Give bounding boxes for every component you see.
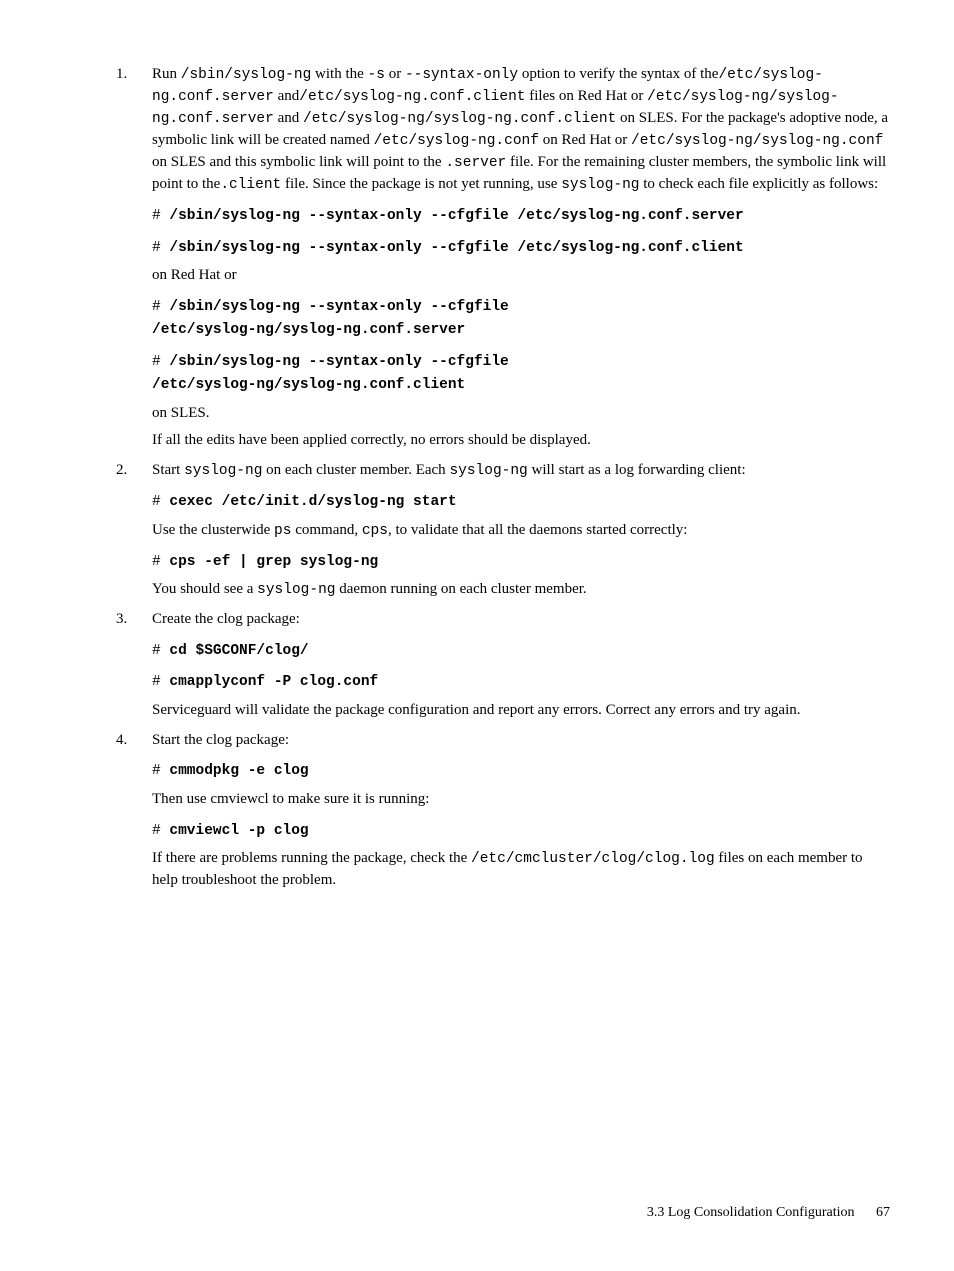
prompt: # [152, 643, 169, 659]
step-number: 2. [116, 460, 127, 482]
prompt: # [152, 674, 169, 690]
code: /etc/syslog-ng/syslog-ng.conf.client [303, 111, 616, 127]
command: cmviewcl -p clog [169, 823, 308, 839]
text: , to validate that all the daemons start… [388, 522, 687, 538]
step-3: 3. Create the clog package: # cd $SGCONF… [152, 609, 890, 721]
code: syslog-ng [184, 463, 262, 479]
command: /sbin/syslog-ng --syntax-only --cfgfile [169, 299, 508, 315]
step-2-para-1: Start syslog-ng on each cluster member. … [152, 460, 890, 482]
command-block: # cps -ef | grep syslog-ng [152, 550, 890, 573]
text: will start as a log forwarding client: [528, 462, 746, 478]
prompt: # [152, 823, 169, 839]
command: cexec /etc/init.d/syslog-ng start [169, 494, 456, 510]
text: on Red Hat or [539, 132, 631, 148]
step-4-para-3: If there are problems running the packag… [152, 848, 890, 892]
command: cmapplyconf -P clog.conf [169, 674, 378, 690]
text: Use the clusterwide [152, 522, 274, 538]
code: -s [368, 67, 385, 83]
text: and [274, 88, 299, 104]
step-1-para-2: on Red Hat or [152, 265, 890, 287]
step-1-para-1: Run /sbin/syslog-ng with the -s or --syn… [152, 64, 890, 196]
prompt: # [152, 240, 169, 256]
step-1-para-3: on SLES. [152, 403, 890, 425]
code: /etc/syslog-ng.conf [374, 133, 539, 149]
text: command, [291, 522, 361, 538]
text: You should see a [152, 581, 257, 597]
step-number: 1. [116, 64, 127, 86]
text: and [274, 110, 303, 126]
page-content: 1. Run /sbin/syslog-ng with the -s or --… [0, 0, 954, 892]
command-block: # cd $SGCONF/clog/ [152, 639, 890, 662]
prompt: # [152, 763, 169, 779]
step-1-para-4: If all the edits have been applied corre… [152, 430, 890, 452]
command-block: # /sbin/syslog-ng --syntax-only --cfgfil… [152, 204, 890, 227]
code: syslog-ng [449, 463, 527, 479]
code: /etc/cmcluster/clog/clog.log [471, 851, 715, 867]
command: cps -ef | grep syslog-ng [169, 554, 378, 570]
step-list: 1. Run /sbin/syslog-ng with the -s or --… [64, 64, 890, 892]
code: syslog-ng [561, 177, 639, 193]
prompt: # [152, 208, 169, 224]
text: files on Red Hat or [526, 88, 648, 104]
page-footer: 3.3 Log Consolidation Configuration 67 [647, 1203, 890, 1223]
text: daemon running on each cluster member. [335, 581, 586, 597]
footer-section: 3.3 Log Consolidation Configuration [647, 1205, 855, 1220]
command: /etc/syslog-ng/syslog-ng.conf.server [152, 322, 465, 338]
step-3-para-1: Create the clog package: [152, 609, 890, 631]
command-block: # cexec /etc/init.d/syslog-ng start [152, 490, 890, 513]
code: ps [274, 523, 291, 539]
command: /sbin/syslog-ng --syntax-only --cfgfile … [169, 208, 743, 224]
code: syslog-ng [257, 582, 335, 598]
text: to check each file explicitly as follows… [640, 176, 879, 192]
command: /etc/syslog-ng/syslog-ng.conf.client [152, 377, 465, 393]
text: file. Since the package is not yet runni… [281, 176, 561, 192]
footer-page-number: 67 [876, 1205, 890, 1220]
step-2-para-3: You should see a syslog-ng daemon runnin… [152, 579, 890, 601]
text: with the [311, 66, 367, 82]
prompt: # [152, 354, 169, 370]
command-block: # cmviewcl -p clog [152, 819, 890, 842]
prompt: # [152, 554, 169, 570]
text: on SLES and this symbolic link will poin… [152, 154, 445, 170]
command: /sbin/syslog-ng --syntax-only --cfgfile … [169, 240, 743, 256]
step-number: 3. [116, 609, 127, 631]
step-2: 2. Start syslog-ng on each cluster membe… [152, 460, 890, 601]
command: cd $SGCONF/clog/ [169, 643, 308, 659]
code: .client [220, 177, 281, 193]
command-block: # cmapplyconf -P clog.conf [152, 670, 890, 693]
text: Start [152, 462, 184, 478]
command-block: # cmmodpkg -e clog [152, 759, 890, 782]
prompt: # [152, 494, 169, 510]
text: or [385, 66, 405, 82]
command: /sbin/syslog-ng --syntax-only --cfgfile [169, 354, 508, 370]
step-number: 4. [116, 730, 127, 752]
text: If there are problems running the packag… [152, 850, 471, 866]
step-4: 4. Start the clog package: # cmmodpkg -e… [152, 730, 890, 892]
step-3-para-2: Serviceguard will validate the package c… [152, 700, 890, 722]
code: --syntax-only [405, 67, 518, 83]
code: /etc/syslog-ng/syslog-ng.conf [631, 133, 883, 149]
code: /etc/syslog-ng.conf.client [299, 89, 525, 105]
step-2-para-2: Use the clusterwide ps command, cps, to … [152, 520, 890, 542]
command-block: # /sbin/syslog-ng --syntax-only --cfgfil… [152, 350, 890, 397]
code: /sbin/syslog-ng [181, 67, 312, 83]
prompt: # [152, 299, 169, 315]
command-block: # /sbin/syslog-ng --syntax-only --cfgfil… [152, 295, 890, 342]
step-4-para-1: Start the clog package: [152, 730, 890, 752]
text: option to verify the syntax of the [518, 66, 718, 82]
code: cps [362, 523, 388, 539]
step-1: 1. Run /sbin/syslog-ng with the -s or --… [152, 64, 890, 452]
step-4-para-2: Then use cmviewcl to make sure it is run… [152, 789, 890, 811]
text: on each cluster member. Each [262, 462, 449, 478]
code: .server [445, 155, 506, 171]
command: cmmodpkg -e clog [169, 763, 308, 779]
text: Run [152, 66, 181, 82]
command-block: # /sbin/syslog-ng --syntax-only --cfgfil… [152, 236, 890, 259]
